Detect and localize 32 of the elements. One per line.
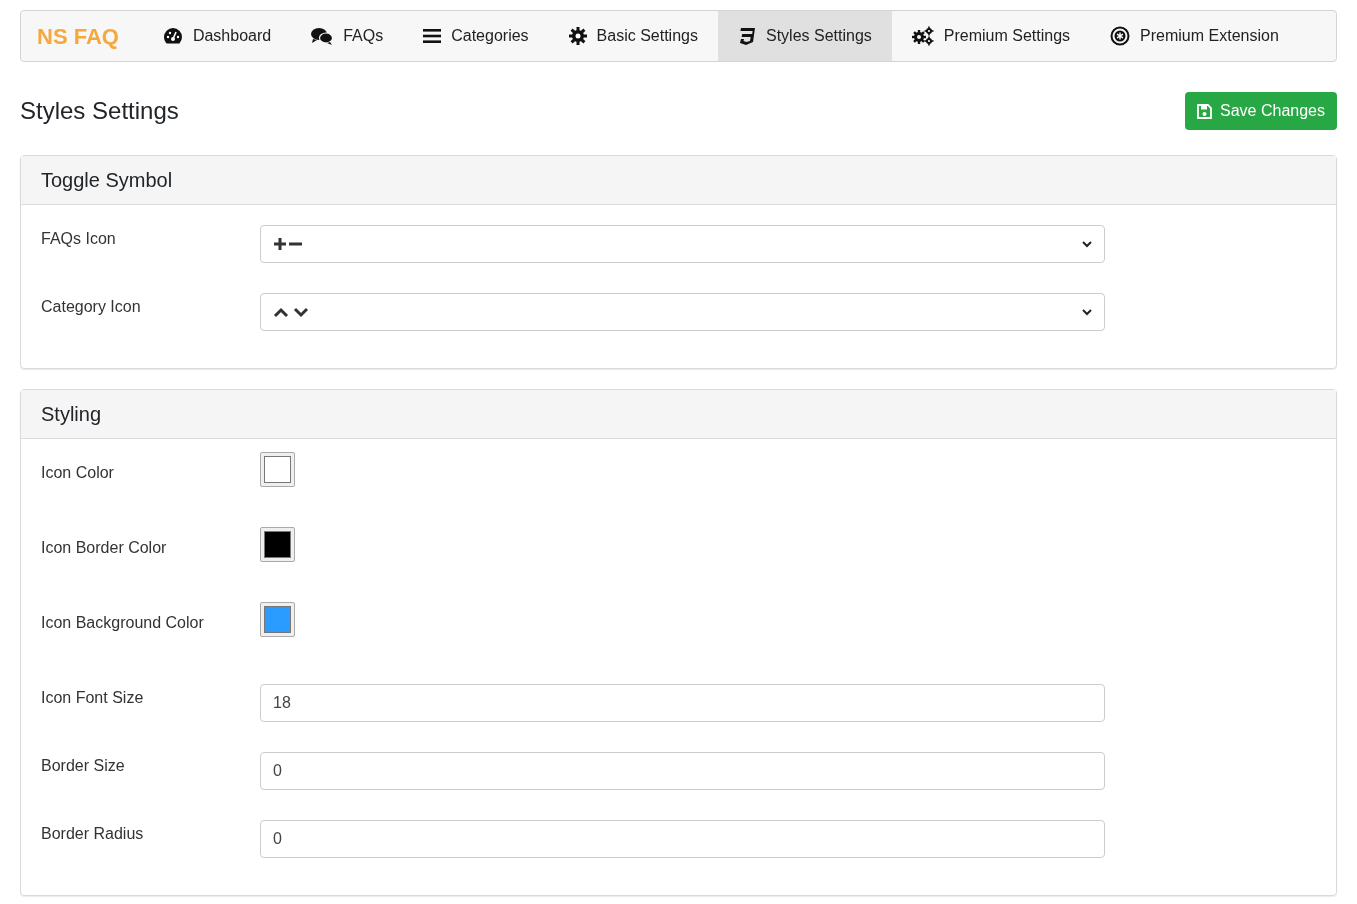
- chat-bubbles-icon: [311, 27, 334, 45]
- section-title: Toggle Symbol: [41, 168, 173, 193]
- asterisk-badge-icon: [1110, 26, 1131, 46]
- gauge-icon: [162, 27, 183, 45]
- nav-tab[interactable]: Styles Settings: [717, 11, 892, 61]
- plus-minus-icon: [273, 237, 303, 251]
- chevron-down-icon: [1082, 240, 1092, 248]
- number-input[interactable]: 18: [260, 684, 1105, 722]
- field-label: Icon Border Color: [41, 538, 168, 558]
- field-label: FAQs Icon: [41, 229, 117, 249]
- field-label: Category Icon: [41, 297, 142, 317]
- number-input[interactable]: 0: [260, 820, 1105, 858]
- field-label: Border Radius: [41, 824, 145, 844]
- number-input[interactable]: 0: [260, 752, 1105, 790]
- field-label: Icon Font Size: [41, 688, 145, 708]
- nav-tab[interactable]: Premium Extension: [1090, 11, 1299, 61]
- field-label: Icon Color: [41, 463, 115, 483]
- chevron-down-icon: [1082, 308, 1092, 316]
- menu-icon: [423, 28, 442, 44]
- nav-tab[interactable]: Premium Settings: [891, 11, 1091, 61]
- nav-tab[interactable]: Dashboard: [142, 11, 292, 61]
- nav-tab[interactable]: Basic Settings: [548, 11, 718, 61]
- section-title: Styling: [41, 402, 102, 427]
- field-label: Border Size: [41, 756, 126, 776]
- chevrons-icon: [273, 306, 309, 318]
- settings-icon: [568, 27, 587, 45]
- field-label: Icon Background Color: [41, 613, 205, 633]
- page-title: Styles Settings: [20, 96, 179, 126]
- nav-tab[interactable]: FAQs: [291, 11, 404, 61]
- gears-icon: [911, 26, 934, 46]
- css3-icon: [737, 27, 756, 45]
- nav-tab[interactable]: Categories: [403, 11, 549, 61]
